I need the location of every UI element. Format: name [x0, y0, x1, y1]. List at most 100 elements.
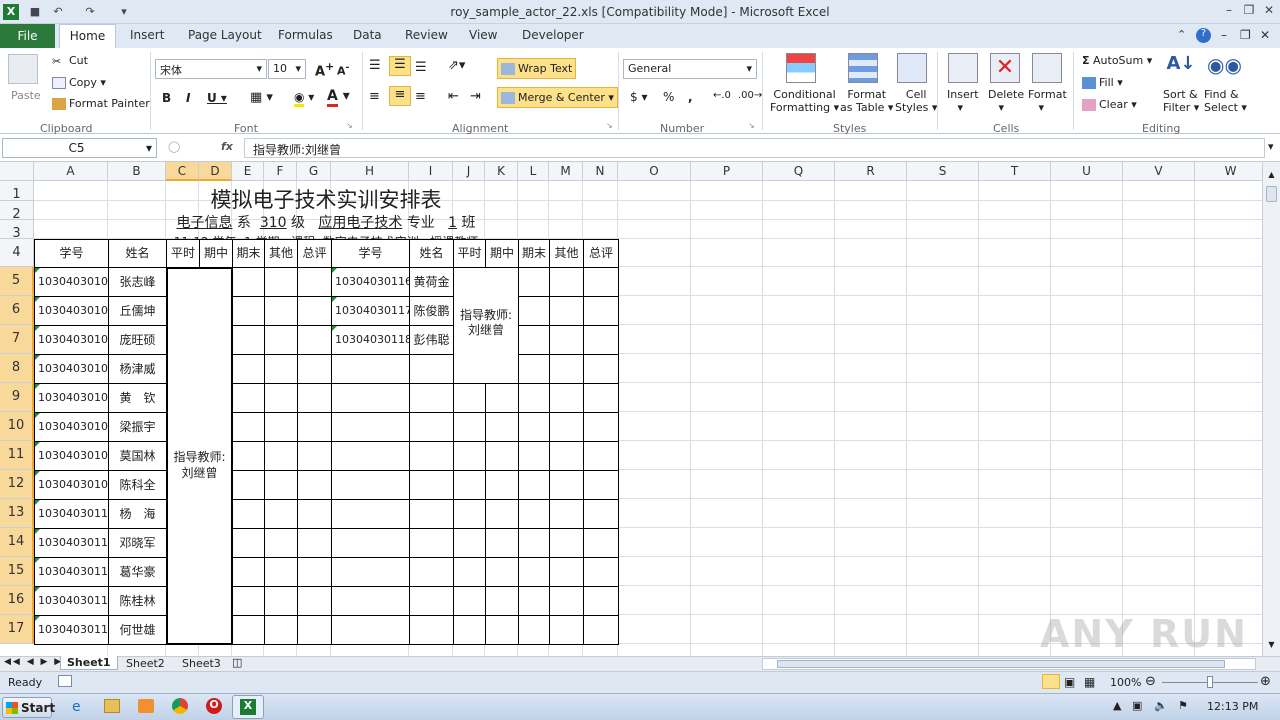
copy-button[interactable]: Copy ▾: [52, 76, 106, 89]
align-bottom-icon[interactable]: ☰: [415, 60, 427, 75]
score-cell[interactable]: [453, 615, 486, 645]
bold-icon[interactable]: B: [162, 91, 171, 105]
explorer-icon[interactable]: [104, 699, 120, 713]
empty-cell[interactable]: [409, 586, 454, 616]
score-cell[interactable]: [264, 412, 298, 442]
shrink-font-icon[interactable]: A-: [337, 62, 349, 78]
header-cell[interactable]: 期中: [485, 239, 519, 268]
volume-icon[interactable]: 🔈: [1154, 699, 1168, 712]
sheet-subtitle-line[interactable]: 电子信息 系 310 级 应用电子技术 专业 1 班: [34, 212, 618, 232]
column-header-u[interactable]: U: [1051, 162, 1123, 181]
format-cells-icon[interactable]: [1032, 53, 1062, 83]
score-cell[interactable]: [518, 267, 550, 297]
student-name-cell[interactable]: 何世雄: [108, 615, 167, 645]
column-header-v[interactable]: V: [1123, 162, 1195, 181]
row-header-2[interactable]: 2: [0, 201, 34, 222]
header-cell[interactable]: 平时: [453, 239, 486, 268]
header-cell[interactable]: 学号: [34, 239, 109, 268]
font-name-select[interactable]: 宋体 ▾: [155, 59, 267, 79]
score-cell[interactable]: [583, 470, 619, 500]
score-cell[interactable]: [549, 267, 584, 297]
score-cell[interactable]: [549, 441, 584, 471]
empty-cell[interactable]: [331, 528, 410, 558]
column-header-j[interactable]: J: [453, 162, 485, 181]
score-cell[interactable]: [518, 354, 550, 384]
student-id-cell[interactable]: 10304030105: [34, 383, 109, 413]
start-button[interactable]: Start: [2, 697, 55, 718]
score-cell[interactable]: [264, 267, 298, 297]
score-cell[interactable]: [583, 615, 619, 645]
score-cell[interactable]: [583, 557, 619, 587]
insert-cells-icon[interactable]: [948, 53, 978, 83]
score-cell[interactable]: [583, 267, 619, 297]
student-id-cell[interactable]: 10304030112: [34, 557, 109, 587]
student-name-cell[interactable]: 陈桂林: [108, 586, 167, 616]
column-header-f[interactable]: F: [264, 162, 297, 181]
header-cell[interactable]: 其他: [264, 239, 298, 268]
score-cell[interactable]: [264, 528, 298, 558]
empty-cell[interactable]: [331, 470, 410, 500]
header-cell[interactable]: 其他: [549, 239, 584, 268]
column-header-m[interactable]: M: [549, 162, 583, 181]
score-cell[interactable]: [232, 383, 265, 413]
italic-icon[interactable]: I: [186, 91, 190, 105]
score-cell[interactable]: [518, 528, 550, 558]
header-cell[interactable]: 平时: [166, 239, 200, 268]
student-id-cell[interactable]: 10304030111: [34, 528, 109, 558]
row-header-13[interactable]: 13: [0, 499, 34, 528]
empty-cell[interactable]: [409, 557, 454, 587]
empty-cell[interactable]: [409, 354, 454, 384]
find-select-button[interactable]: Find & Select ▾: [1204, 88, 1247, 114]
score-cell[interactable]: [264, 296, 298, 326]
tab-formulas[interactable]: Formulas: [278, 28, 333, 42]
insert-cells-button[interactable]: Insert ▾: [947, 88, 979, 114]
student-id-cell[interactable]: 10304030113: [34, 586, 109, 616]
number-format-select[interactable]: General ▾: [623, 59, 757, 79]
network-icon[interactable]: ▣: [1132, 699, 1142, 712]
student-name-cell[interactable]: 黄荷金: [409, 267, 454, 297]
empty-cell[interactable]: [409, 615, 454, 645]
student-name-cell[interactable]: 梁振宇: [108, 412, 167, 442]
score-cell[interactable]: [232, 528, 265, 558]
column-header-d[interactable]: D: [199, 162, 232, 181]
font-size-select[interactable]: 10 ▾: [268, 59, 306, 79]
score-cell[interactable]: [264, 499, 298, 529]
font-color-icon[interactable]: A ▾: [327, 88, 350, 107]
advisor-merged-cell-2[interactable]: 指导教师: 刘继曾: [453, 267, 519, 384]
score-cell[interactable]: [297, 383, 332, 413]
flag-icon[interactable]: ⚑: [1178, 699, 1188, 712]
borders-icon[interactable]: ▦ ▾: [250, 90, 273, 105]
score-cell[interactable]: [549, 557, 584, 587]
formula-input[interactable]: 指导教师:刘继曾: [244, 138, 1265, 158]
score-cell[interactable]: [453, 383, 486, 413]
score-cell[interactable]: [297, 296, 332, 326]
zoom-out-icon[interactable]: ⊖: [1145, 674, 1156, 689]
font-launcher-icon[interactable]: ↘: [346, 121, 353, 130]
score-cell[interactable]: [583, 528, 619, 558]
header-cell[interactable]: 姓名: [108, 239, 167, 268]
minimize-icon[interactable]: –: [1219, 3, 1239, 19]
increase-indent-icon[interactable]: ⇥: [470, 89, 481, 104]
empty-cell[interactable]: [409, 499, 454, 529]
cell-styles-button[interactable]: Cell Styles ▾: [895, 88, 937, 114]
decrease-decimal-icon[interactable]: .00→: [738, 90, 762, 101]
row-header-4[interactable]: 4: [0, 239, 34, 267]
sort-filter-button[interactable]: Sort & Filter ▾: [1163, 88, 1199, 114]
fill-color-icon[interactable]: ◉ ▾: [294, 90, 314, 107]
scroll-down-icon[interactable]: ▼: [1265, 640, 1278, 652]
doc-restore-icon[interactable]: ❐: [1240, 28, 1251, 42]
score-cell[interactable]: [264, 441, 298, 471]
empty-cell[interactable]: [331, 615, 410, 645]
score-cell[interactable]: [549, 296, 584, 326]
autosum-button[interactable]: Σ AutoSum ▾: [1082, 54, 1152, 67]
column-header-s[interactable]: S: [907, 162, 979, 181]
score-cell[interactable]: [297, 528, 332, 558]
conditional-formatting-button[interactable]: Conditional Formatting ▾: [770, 88, 839, 114]
column-header-r[interactable]: R: [835, 162, 907, 181]
score-cell[interactable]: [297, 412, 332, 442]
header-cell[interactable]: 总评: [583, 239, 619, 268]
tab-file[interactable]: File: [0, 24, 55, 48]
minimize-ribbon-icon[interactable]: ⌃: [1177, 28, 1186, 41]
column-header-n[interactable]: N: [583, 162, 618, 181]
expand-formula-icon[interactable]: ▾: [1268, 140, 1274, 153]
